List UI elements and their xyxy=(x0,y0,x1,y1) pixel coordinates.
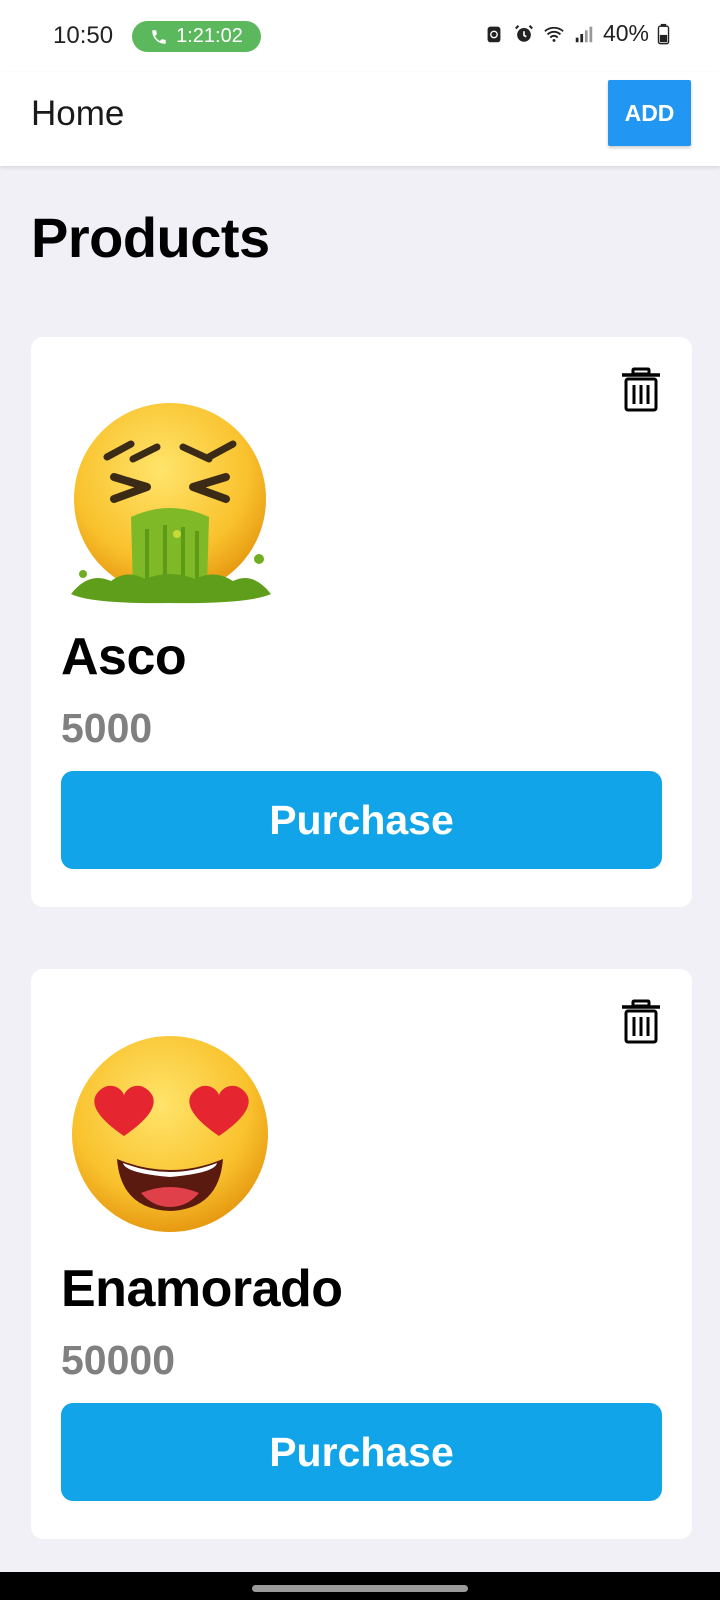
heart-eyes-face-icon xyxy=(72,1036,268,1232)
add-button[interactable]: ADD xyxy=(608,80,691,146)
status-time: 10:50 xyxy=(53,22,114,49)
navigation-bar xyxy=(0,1572,720,1600)
status-bar: 10:50 1:21:02 40% xyxy=(0,0,720,72)
status-icons: 40% xyxy=(483,20,670,47)
delete-button[interactable] xyxy=(620,367,662,413)
phone-icon xyxy=(152,29,166,44)
app-bar: Home ADD xyxy=(0,72,720,166)
purchase-button[interactable]: Purchase xyxy=(61,771,662,869)
home-gesture-handle[interactable] xyxy=(252,1585,468,1592)
product-name: Asco xyxy=(61,628,187,686)
wifi-icon xyxy=(544,26,564,42)
product-price: 5000 xyxy=(61,705,153,751)
page-title: Products xyxy=(31,206,270,269)
battery-percent: 40% xyxy=(602,20,649,46)
battery-icon xyxy=(657,23,670,44)
purchase-button[interactable]: Purchase xyxy=(61,1403,662,1501)
signal-icon xyxy=(575,26,593,42)
product-price: 50000 xyxy=(61,1337,176,1383)
nauseated-face-icon xyxy=(71,403,271,604)
product-name: Enamorado xyxy=(61,1260,343,1318)
app-bar-title: Home xyxy=(31,94,125,133)
trash-icon xyxy=(622,367,660,412)
call-indicator[interactable]: 1:21:02 xyxy=(132,21,261,52)
product-card: Asco 5000 Purchase xyxy=(31,337,692,907)
product-card: Enamorado 50000 Purchase xyxy=(31,969,692,1539)
call-timer: 1:21:02 xyxy=(176,25,243,47)
delete-button[interactable] xyxy=(620,999,662,1045)
data-saver-icon xyxy=(487,26,501,42)
alarm-icon xyxy=(514,24,533,42)
trash-icon xyxy=(622,999,660,1044)
